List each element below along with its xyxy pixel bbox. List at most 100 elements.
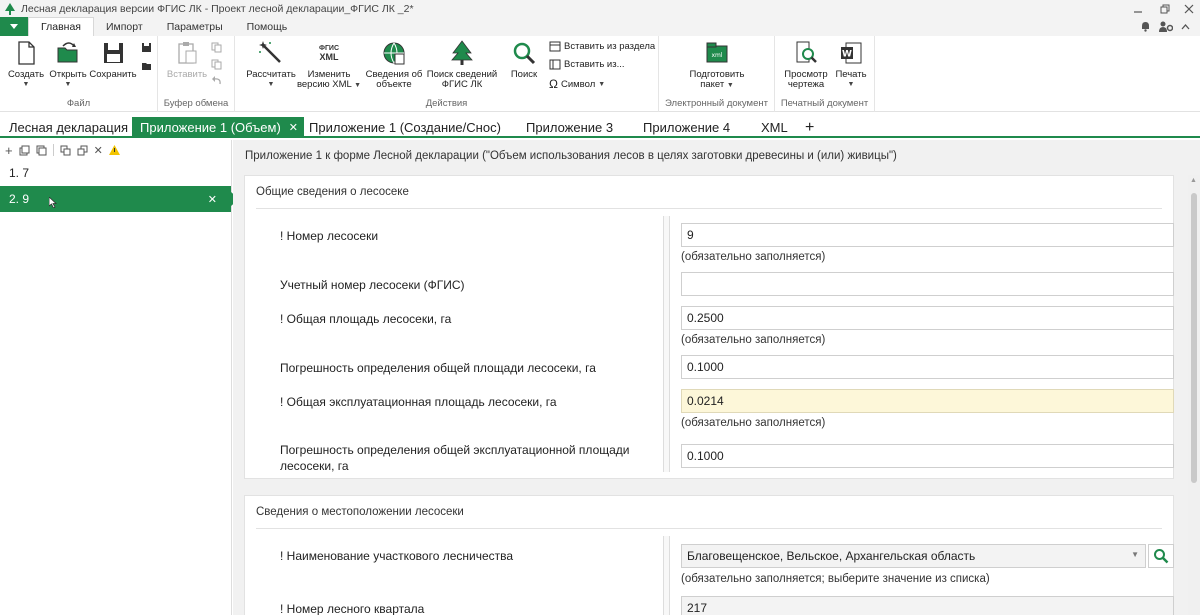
total-area-label: ! Общая площадь лесосеки, га: [280, 312, 452, 326]
column-splitter[interactable]: [663, 536, 670, 615]
undo-icon[interactable]: [211, 76, 222, 87]
save-button[interactable]: Сохранить: [89, 40, 137, 80]
ribbon-tab-home[interactable]: Главная: [28, 17, 94, 36]
scroll-up-icon[interactable]: ▲: [1190, 177, 1197, 184]
group-label-file: Файл: [66, 98, 91, 109]
create-button[interactable]: Создать ▼: [6, 40, 46, 90]
open-button[interactable]: Открыть ▼: [46, 40, 90, 90]
calculate-button[interactable]: Рассчитать ▼: [245, 40, 297, 90]
preview-magnifier-icon: [796, 41, 817, 63]
list-item-number: 1.: [9, 166, 20, 180]
prepare-label-2: пакет: [700, 79, 725, 90]
total-area-input[interactable]: 0.2500: [681, 306, 1174, 330]
tab-appendix-3[interactable]: Приложение 3: [526, 117, 613, 138]
save-all-icon[interactable]: [141, 60, 152, 71]
add-tab-button[interactable]: +: [805, 117, 814, 138]
omega-icon: Ω: [549, 77, 558, 91]
restore-icon: [1160, 4, 1170, 13]
close-icon: [1184, 4, 1194, 13]
calculate-label: Рассчитать: [246, 69, 296, 80]
paste-from-section-button[interactable]: Вставить из раздела: [549, 41, 655, 52]
main-content: Приложение 1 к форме Лесной декларации (…: [233, 140, 1200, 615]
left-panel: + ✕ 1. 7 2. 9 ✕: [0, 140, 239, 615]
fgis-search-button[interactable]: Поиск сведений ФГИС ЛК: [425, 40, 499, 90]
tab-appendix-4[interactable]: Приложение 4: [643, 117, 730, 138]
paste-section-icon: [549, 41, 561, 52]
ribbon-tab-import[interactable]: Импорт: [94, 17, 155, 36]
change-xml-version-button[interactable]: ФГИС XML Изменить версию XML ▼: [297, 40, 361, 91]
operational-area-label: ! Общая эксплуатационная площадь лесосек…: [280, 395, 557, 409]
file-menu-button[interactable]: [0, 17, 28, 36]
chevron-down-icon: ▼: [847, 81, 855, 88]
print-button[interactable]: W Печать ▼: [831, 40, 871, 90]
add-icon[interactable]: +: [5, 143, 13, 158]
ribbon: Создать ▼ Открыть ▼ Сохранить Файл Встав…: [0, 36, 1200, 112]
forestry-name-select[interactable]: Благовещенское, Вельское, Архангельская …: [681, 544, 1146, 568]
list-item-value: 9: [22, 192, 30, 206]
paste-from-label: Вставить из...: [564, 59, 625, 70]
operational-area-input[interactable]: 0.0214: [681, 389, 1174, 413]
tab-forest-declaration[interactable]: Лесная декларация: [9, 117, 128, 138]
new-document-icon: [18, 41, 35, 65]
preview-drawing-button[interactable]: Просмотр чертежа: [781, 40, 831, 90]
open-label: Открыть: [49, 69, 87, 80]
scrollbar-thumb[interactable]: [1191, 193, 1197, 483]
group-label-edoc: Электронный документ: [665, 98, 768, 109]
cutting-area-number-input[interactable]: 9: [681, 223, 1174, 247]
close-window-button[interactable]: [1176, 0, 1200, 17]
add-copy-icon[interactable]: [19, 145, 30, 156]
forest-quarter-input[interactable]: 217: [681, 596, 1174, 615]
list-item[interactable]: 1. 7: [0, 160, 231, 186]
copy-icon[interactable]: [211, 42, 222, 53]
ribbon-tab-help[interactable]: Помощь: [235, 17, 300, 36]
notification-bell-icon[interactable]: [1140, 21, 1151, 32]
ribbon-tab-parameters[interactable]: Параметры: [155, 17, 235, 36]
paste-from-button[interactable]: Вставить из...: [549, 59, 625, 70]
move-up-icon[interactable]: [60, 145, 71, 156]
create-label: Создать: [7, 69, 45, 80]
restore-button[interactable]: [1152, 0, 1178, 17]
column-splitter[interactable]: [663, 216, 670, 472]
warning-icon[interactable]: [108, 145, 120, 155]
duplicate-icon[interactable]: [36, 145, 47, 156]
ribbon-group-clipboard: Вставить Буфер обмена: [158, 36, 235, 112]
list-item-selected[interactable]: 2. 9 ✕: [0, 186, 239, 212]
fgis-account-number-label: Учетный номер лесосеки (ФГИС): [280, 278, 465, 292]
copy-format-icon[interactable]: [211, 59, 222, 70]
tab-appendix-1-volume[interactable]: Приложение 1 (Объем) ✕: [132, 117, 304, 138]
search-label: Поиск: [510, 69, 538, 80]
group-label-actions: Действия: [425, 98, 468, 109]
ribbon-group-file: Создать ▼ Открыть ▼ Сохранить Файл: [0, 36, 158, 112]
fgis-search-label-2: ФГИС ЛК: [441, 79, 483, 90]
search-button[interactable]: Поиск: [507, 40, 541, 80]
chevron-down-icon: ▼: [1131, 550, 1139, 559]
required-select-hint: (обязательно заполняется; выберите значе…: [681, 573, 990, 585]
forestry-search-button[interactable]: [1148, 544, 1174, 568]
required-hint: (обязательно заполняется): [681, 334, 826, 346]
ribbon-group-pdoc: Просмотр чертежа W Печать ▼ Печатный док…: [775, 36, 875, 112]
remove-item-icon[interactable]: ✕: [208, 193, 217, 206]
vertical-scrollbar[interactable]: ▲: [1188, 175, 1200, 615]
magic-wand-icon: [259, 41, 281, 63]
minimize-button[interactable]: [1125, 0, 1151, 17]
tab-xml[interactable]: XML: [761, 117, 788, 138]
prepare-package-button[interactable]: xml Подготовить пакет ▼: [679, 40, 755, 91]
user-settings-icon[interactable]: [1159, 21, 1173, 32]
fgis-account-number-input[interactable]: [681, 272, 1174, 296]
paste-button[interactable]: Вставить: [164, 40, 210, 80]
move-down-icon[interactable]: [77, 145, 88, 156]
save-as-icon[interactable]: [141, 42, 152, 53]
paste-clipboard-icon: [178, 42, 197, 64]
chevron-up-icon[interactable]: [1181, 23, 1190, 30]
delete-icon[interactable]: ✕: [94, 144, 103, 157]
chevron-down-icon: ▼: [22, 81, 30, 88]
close-tab-icon[interactable]: ✕: [289, 121, 298, 134]
object-info-button[interactable]: Сведения об объекте: [362, 40, 426, 90]
package-icon: xml: [706, 42, 728, 63]
area-error-input[interactable]: 0.1000: [681, 355, 1174, 379]
symbol-button[interactable]: Ω Символ ▼: [549, 77, 605, 91]
save-disk-icon: [104, 43, 123, 63]
page-title: Приложение 1 к форме Лесной декларации (…: [245, 150, 897, 162]
operational-area-error-input[interactable]: 0.1000: [681, 444, 1174, 468]
tab-appendix-1-creation[interactable]: Приложение 1 (Создание/Снос): [309, 117, 501, 138]
